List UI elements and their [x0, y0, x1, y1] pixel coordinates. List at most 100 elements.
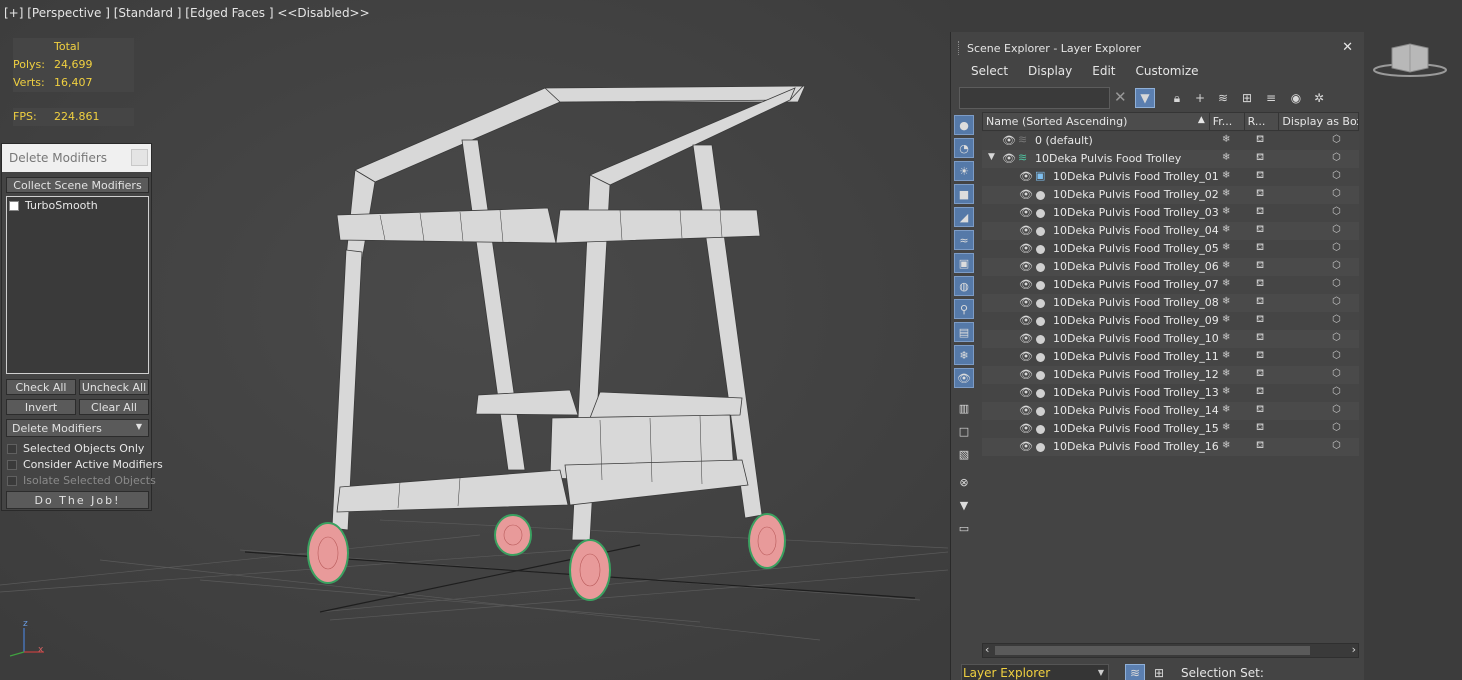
freeze-icon[interactable]: ❄	[1222, 224, 1230, 235]
horizontal-scrollbar[interactable]: ‹ ›	[982, 643, 1359, 658]
visibility-eye-icon[interactable]: 👁︎	[1019, 188, 1033, 201]
frozen-column-header[interactable]: Fr...	[1210, 113, 1245, 130]
render-teapot-icon[interactable]: ⛾	[1256, 296, 1264, 309]
modifier-list[interactable]: TurboSmooth	[6, 196, 149, 374]
add-layer-icon[interactable]: +	[1190, 88, 1210, 108]
render-teapot-icon[interactable]: ⛾	[1256, 332, 1264, 345]
visibility-eye-icon[interactable]: 👁︎	[1019, 206, 1033, 219]
clear-search-icon[interactable]: ✕	[1114, 88, 1127, 106]
selected-objects-only-option[interactable]: Selected Objects Only	[7, 442, 144, 455]
turbosmooth-checkbox[interactable]	[9, 200, 19, 211]
object-row[interactable]: 👁︎ 10Deka Pulvis Food Trolley_05 ❄ ⛾ ⬡	[982, 240, 1359, 258]
display-containers-icon[interactable]: ▤	[954, 322, 974, 342]
viewport-label[interactable]: [+] [Perspective ] [Standard ] [Edged Fa…	[4, 6, 370, 20]
box-icon[interactable]: ⬡	[1332, 440, 1341, 451]
box-icon[interactable]: ⬡	[1332, 422, 1341, 433]
box-icon[interactable]: ⬡	[1332, 188, 1341, 199]
menu-select[interactable]: Select	[961, 62, 1018, 80]
object-row[interactable]: 👁︎ 10Deka Pulvis Food Trolley_02 ❄ ⛾ ⬡	[982, 186, 1359, 204]
object-row[interactable]: 👁︎ 10Deka Pulvis Food Trolley_14 ❄ ⛾ ⬡	[982, 402, 1359, 420]
freeze-icon[interactable]: ❄	[1222, 134, 1230, 145]
scroll-left-icon[interactable]: ‹	[985, 643, 989, 656]
object-row[interactable]: 👁︎ 10Deka Pulvis Food Trolley_10 ❄ ⛾ ⬡	[982, 330, 1359, 348]
freeze-icon[interactable]: ❄	[1222, 332, 1230, 343]
freeze-icon[interactable]: ❄	[1222, 350, 1230, 361]
box-icon[interactable]: ⬡	[1332, 242, 1341, 253]
freeze-icon[interactable]: ❄	[1222, 314, 1230, 325]
box-icon[interactable]: ⬡	[1332, 152, 1341, 163]
visibility-eye-icon[interactable]: 👁︎	[1019, 386, 1033, 399]
render-teapot-icon[interactable]: ⛾	[1256, 422, 1264, 435]
settings-icon[interactable]: ✲	[1309, 88, 1329, 108]
do-the-job-button[interactable]: Do The Job!	[6, 491, 149, 509]
display-invert-icon[interactable]: ▧	[954, 444, 974, 464]
layers-icon[interactable]: ≡	[1261, 88, 1281, 108]
visibility-eye-icon[interactable]: 👁︎	[1019, 260, 1033, 273]
folder-icon[interactable]: ▭	[954, 518, 974, 538]
box-icon[interactable]: ⬡	[1332, 314, 1341, 325]
layers-add-icon[interactable]: ≋	[1213, 88, 1233, 108]
box-icon[interactable]: ⬡	[1332, 260, 1341, 271]
display-lights-icon[interactable]: ☀	[954, 161, 974, 181]
freeze-icon[interactable]: ❄	[1222, 440, 1230, 451]
scene-explorer-title-bar[interactable]: Scene Explorer - Layer Explorer ✕	[951, 38, 1365, 58]
render-teapot-icon[interactable]: ⛾	[1256, 314, 1264, 327]
menu-customize[interactable]: Customize	[1126, 62, 1209, 80]
display-groups-icon[interactable]: ▣	[954, 253, 974, 273]
box-icon[interactable]: ⬡	[1332, 296, 1341, 307]
name-column-header[interactable]: Name (Sorted Ascending) ▲	[983, 113, 1210, 130]
box-icon[interactable]: ⬡	[1332, 170, 1341, 181]
close-icon[interactable]	[131, 149, 148, 166]
invert-button[interactable]: Invert	[6, 399, 76, 415]
render-teapot-icon[interactable]: ⛾	[1256, 134, 1264, 147]
consider-active-modifiers-option[interactable]: Consider Active Modifiers	[7, 458, 163, 471]
display-hidden-icon[interactable]: 👁︎	[954, 368, 974, 388]
render-teapot-icon[interactable]: ⛾	[1256, 440, 1264, 453]
freeze-icon[interactable]: ❄	[1222, 368, 1230, 379]
box-icon[interactable]: ⬡	[1332, 368, 1341, 379]
render-teapot-icon[interactable]: ⛾	[1256, 368, 1264, 381]
display-geometry-icon[interactable]: ●	[954, 115, 974, 135]
freeze-icon[interactable]: ❄	[1222, 404, 1230, 415]
display-none-icon[interactable]: □	[954, 421, 974, 441]
list-item[interactable]: TurboSmooth	[7, 197, 148, 214]
object-row[interactable]: 👁︎ 10Deka Pulvis Food Trolley_07 ❄ ⛾ ⬡	[982, 276, 1359, 294]
display-bones-icon[interactable]: ⚲	[954, 299, 974, 319]
lock-icon[interactable]: 🔒︎	[1167, 88, 1187, 108]
delete-mode-dropdown[interactable]: Delete Modifiers ▼	[6, 419, 149, 437]
box-icon[interactable]: ⬡	[1332, 386, 1341, 397]
object-row[interactable]: 👁︎ 10Deka Pulvis Food Trolley_11 ❄ ⛾ ⬡	[982, 348, 1359, 366]
layer-mode-icon[interactable]: ≋	[1125, 664, 1145, 680]
freeze-icon[interactable]: ❄	[1222, 260, 1230, 271]
display-all-icon[interactable]: ▥	[954, 398, 974, 418]
freeze-icon[interactable]: ❄	[1222, 188, 1230, 199]
layer-row-default[interactable]: 👁︎ ≋ 0 (default) ❄ ⛾ ⬡	[982, 132, 1359, 150]
box-icon[interactable]: ⬡	[1332, 404, 1341, 415]
visibility-eye-icon[interactable]: 👁︎	[1019, 170, 1033, 183]
render-teapot-icon[interactable]: ⛾	[1256, 260, 1264, 273]
freeze-icon[interactable]: ❄	[1222, 386, 1230, 397]
object-row[interactable]: 👁︎ 10Deka Pulvis Food Trolley_08 ❄ ⛾ ⬡	[982, 294, 1359, 312]
display-helpers-icon[interactable]: ◢	[954, 207, 974, 227]
box-icon[interactable]: ⬡	[1332, 278, 1341, 289]
render-teapot-icon[interactable]: ⛾	[1256, 404, 1264, 417]
panel-title-bar[interactable]: Delete Modifiers	[2, 144, 151, 172]
menu-edit[interactable]: Edit	[1082, 62, 1125, 80]
object-row[interactable]: 👁︎ 10Deka Pulvis Food Trolley_12 ❄ ⛾ ⬡	[982, 366, 1359, 384]
scrollbar-thumb[interactable]	[995, 646, 1310, 655]
object-row[interactable]: 👁︎ 10Deka Pulvis Food Trolley_06 ❄ ⛾ ⬡	[982, 258, 1359, 276]
box-icon[interactable]: ⬡	[1332, 134, 1341, 145]
freeze-icon[interactable]: ❄	[1222, 206, 1230, 217]
freeze-icon[interactable]: ❄	[1222, 170, 1230, 181]
visibility-eye-icon[interactable]: 👁︎	[1019, 404, 1033, 417]
display-as-box-column-header[interactable]: Display as Box	[1279, 113, 1358, 130]
hierarchy-icon[interactable]: ⊞	[1237, 88, 1257, 108]
visibility-eye-icon[interactable]: 👁︎	[1019, 278, 1033, 291]
visibility-eye-icon[interactable]: 👁︎	[1019, 314, 1033, 327]
render-teapot-icon[interactable]: ⛾	[1256, 188, 1264, 201]
expand-arrow-icon[interactable]: ▼	[988, 152, 995, 162]
box-icon[interactable]: ⬡	[1332, 224, 1341, 235]
render-teapot-icon[interactable]: ⛾	[1256, 242, 1264, 255]
object-row[interactable]: 👁︎ 10Deka Pulvis Food Trolley_13 ❄ ⛾ ⬡	[982, 384, 1359, 402]
object-row[interactable]: 👁︎ 10Deka Pulvis Food Trolley_04 ❄ ⛾ ⬡	[982, 222, 1359, 240]
